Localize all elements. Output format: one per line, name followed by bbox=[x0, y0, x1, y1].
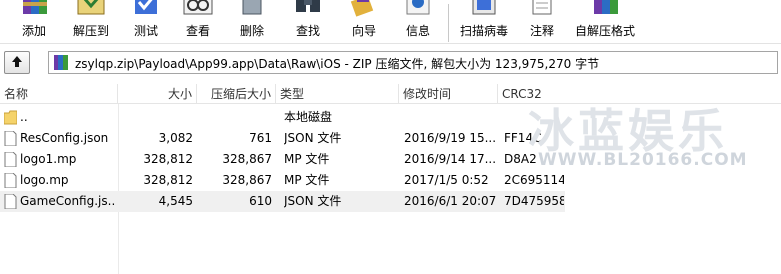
view-icon bbox=[183, 0, 213, 15]
address-bar: zsylqp.zip\Payload\App99.app\Data\Raw\iO… bbox=[0, 47, 781, 79]
file-type: 本地磁盘 bbox=[284, 110, 333, 124]
file-size: 328,812 bbox=[143, 173, 193, 187]
file-modified: 2016/6/1 20:07 bbox=[404, 194, 496, 208]
comment-icon bbox=[532, 0, 552, 15]
file-name: ResConfig.json bbox=[20, 131, 109, 145]
column-name[interactable]: 名称 bbox=[0, 84, 118, 104]
file-row[interactable]: ResConfig.json 3,082 761 JSON 文件 2016/9/… bbox=[0, 128, 565, 149]
comment-button[interactable]: 注释 bbox=[520, 0, 564, 44]
file-icon bbox=[4, 194, 17, 209]
file-name: GameConfig.js... bbox=[20, 194, 116, 208]
sfx-icon bbox=[594, 0, 618, 14]
test-label: 测试 bbox=[133, 24, 158, 38]
file-type: MP 文件 bbox=[284, 173, 330, 187]
file-type: JSON 文件 bbox=[284, 131, 342, 145]
column-type[interactable]: 类型 bbox=[276, 84, 399, 104]
up-folder-button[interactable] bbox=[4, 51, 30, 74]
column-packed-size[interactable]: 压缩后大小 bbox=[197, 84, 276, 104]
file-row[interactable]: logo.mp 328,812 328,867 MP 文件 2017/1/5 0… bbox=[0, 170, 565, 191]
scan-virus-label: 扫描病毒 bbox=[459, 24, 508, 38]
file-modified: 2017/1/5 0:52 bbox=[404, 173, 489, 187]
toolbar: 添加 解压到 测试 查看 删除 查找 向导 信息 扫描病毒 注释 自解压格式 bbox=[0, 0, 781, 44]
file-name: logo1.mp bbox=[20, 152, 77, 166]
extract-to-button[interactable]: 解压到 bbox=[66, 0, 116, 44]
file-type: MP 文件 bbox=[284, 152, 330, 166]
path-text: zsylqp.zip\Payload\App99.app\Data\Raw\iO… bbox=[75, 57, 600, 71]
info-icon bbox=[406, 0, 430, 15]
file-icon bbox=[4, 152, 17, 167]
comment-label: 注释 bbox=[529, 24, 554, 38]
wizard-icon bbox=[350, 0, 374, 17]
extract-to-icon bbox=[77, 0, 105, 15]
sfx-label: 自解压格式 bbox=[574, 24, 635, 38]
column-size[interactable]: 大小 bbox=[118, 84, 197, 104]
delete-icon bbox=[242, 0, 262, 15]
test-icon bbox=[135, 0, 157, 14]
info-label: 信息 bbox=[405, 24, 430, 38]
file-packed-size: 610 bbox=[249, 194, 272, 208]
info-button[interactable]: 信息 bbox=[396, 0, 440, 44]
file-size: 328,812 bbox=[143, 152, 193, 166]
file-name: logo.mp bbox=[20, 173, 69, 187]
scan-virus-icon bbox=[472, 0, 496, 15]
file-icon bbox=[4, 131, 17, 146]
file-type: JSON 文件 bbox=[284, 194, 342, 208]
delete-button[interactable]: 删除 bbox=[230, 0, 274, 44]
add-label: 添加 bbox=[21, 24, 46, 38]
zip-archive-icon bbox=[54, 55, 68, 70]
scan-virus-button[interactable]: 扫描病毒 bbox=[456, 0, 512, 44]
delete-label: 删除 bbox=[239, 24, 264, 38]
file-size: 4,545 bbox=[158, 194, 193, 208]
view-button[interactable]: 查看 bbox=[176, 0, 220, 44]
file-name: .. bbox=[20, 110, 28, 124]
add-button[interactable]: 添加 bbox=[12, 0, 56, 44]
toolbar-separator bbox=[448, 4, 449, 42]
add-archive-icon bbox=[23, 0, 47, 14]
path-field[interactable]: zsylqp.zip\Payload\App99.app\Data\Raw\iO… bbox=[48, 51, 778, 74]
file-row-selected[interactable]: GameConfig.js... 4,545 610 JSON 文件 2016/… bbox=[0, 191, 565, 212]
file-crc32: 2C695114 bbox=[504, 173, 564, 187]
find-icon bbox=[296, 0, 320, 12]
file-packed-size: 761 bbox=[249, 131, 272, 145]
file-icon bbox=[4, 173, 17, 188]
folder-icon bbox=[4, 110, 17, 125]
file-size: 3,082 bbox=[158, 131, 193, 145]
sfx-button[interactable]: 自解压格式 bbox=[572, 0, 638, 44]
file-packed-size: 328,867 bbox=[222, 173, 272, 187]
file-packed-size: 328,867 bbox=[222, 152, 272, 166]
file-modified: 2016/9/19 15... bbox=[404, 131, 496, 145]
column-modified[interactable]: 修改时间 bbox=[399, 84, 498, 104]
test-button[interactable]: 测试 bbox=[124, 0, 168, 44]
file-row[interactable]: logo1.mp 328,812 328,867 MP 文件 2016/9/14… bbox=[0, 149, 565, 170]
find-button[interactable]: 查找 bbox=[286, 0, 330, 44]
file-crc32: 7D475958 bbox=[504, 194, 564, 208]
wizard-button[interactable]: 向导 bbox=[342, 0, 386, 44]
file-row-parent[interactable]: .. 本地磁盘 bbox=[0, 107, 565, 128]
extract-to-label: 解压到 bbox=[72, 24, 109, 38]
find-label: 查找 bbox=[295, 24, 320, 38]
arrow-up-icon bbox=[12, 56, 22, 67]
file-modified: 2016/9/14 17... bbox=[404, 152, 496, 166]
view-label: 查看 bbox=[185, 24, 210, 38]
watermark-url: WWW.BL20166.COM bbox=[538, 150, 748, 170]
wizard-label: 向导 bbox=[351, 24, 376, 38]
